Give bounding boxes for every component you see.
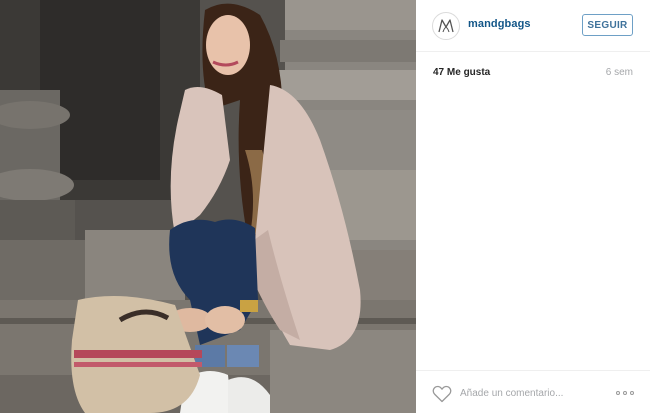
post-details-panel: mandgbags SEGUIR 47 Me gusta 6 sem (416, 0, 650, 413)
dot (623, 391, 627, 395)
likes-count[interactable]: 47 Me gusta (433, 67, 490, 78)
more-options-icon[interactable] (616, 389, 634, 397)
follow-button[interactable]: SEGUIR (582, 14, 633, 36)
post-header: mandgbags SEGUIR (416, 0, 650, 52)
mandg-logo-icon[interactable] (432, 12, 460, 40)
heart-icon[interactable] (432, 385, 452, 403)
comment-bar (416, 370, 650, 413)
post-timestamp[interactable]: 6 sem (606, 67, 633, 78)
photo-illustration (0, 0, 416, 413)
username-link[interactable]: mandgbags (468, 18, 531, 30)
dot (630, 391, 634, 395)
dot (616, 391, 620, 395)
post-photo[interactable] (0, 0, 416, 413)
comment-input[interactable] (460, 383, 610, 403)
